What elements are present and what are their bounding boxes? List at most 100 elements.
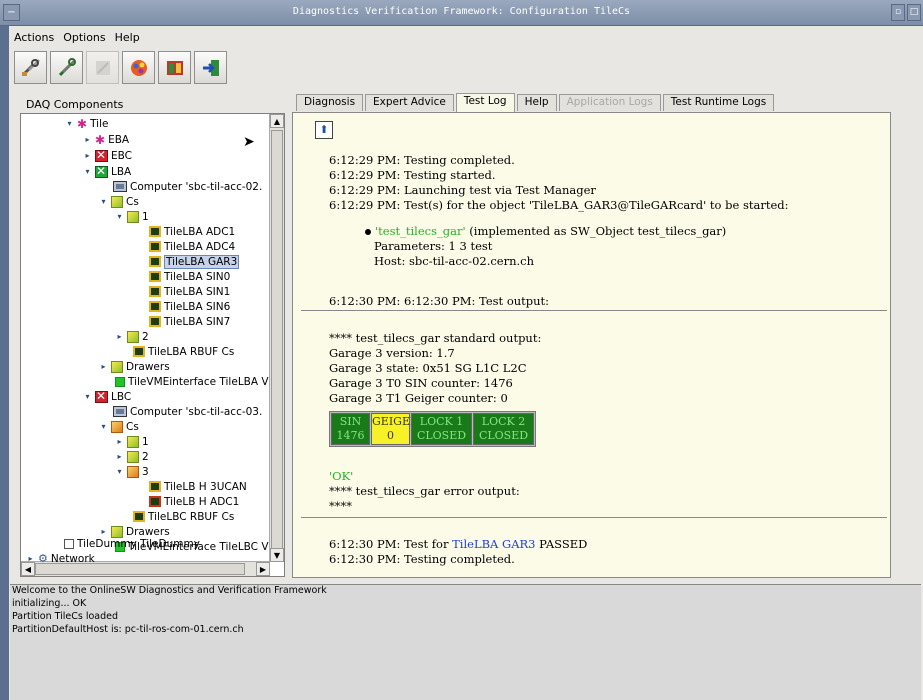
scroll-right-icon[interactable]: ▶ <box>256 562 270 576</box>
tree-item-lbc-adc1[interactable]: TileLB H ADC1 <box>149 494 239 509</box>
collapse-icon[interactable]: ▸ <box>83 135 92 144</box>
tab-test-log[interactable]: Test Log <box>455 93 515 112</box>
cube-icon <box>127 435 139 448</box>
console-line: Partition TileCs loaded <box>12 611 119 622</box>
tools-button[interactable] <box>14 51 47 84</box>
scroll-up-icon[interactable]: ▲ <box>270 114 284 128</box>
tree-item-sin0[interactable]: TileLBA SIN0 <box>149 269 230 284</box>
cube-icon <box>127 465 139 478</box>
tree-item-cs-2[interactable]: ▸ 2 <box>115 329 149 344</box>
bullet-icon <box>365 229 371 235</box>
book-button[interactable] <box>158 51 191 84</box>
computer-icon <box>113 181 127 192</box>
exit-icon <box>202 59 219 76</box>
tree-item-lbc-1[interactable]: ▸ 1 <box>115 434 149 449</box>
ok-status: 'OK' <box>329 469 354 483</box>
tab-application-logs[interactable]: Application Logs <box>558 94 661 111</box>
tree-item-adc4[interactable]: TileLBA ADC4 <box>149 239 235 254</box>
tree-vertical-scrollbar[interactable]: ▲ ▼ <box>269 114 284 562</box>
expand-icon[interactable]: ▾ <box>115 467 124 476</box>
tab-expert-advice[interactable]: Expert Advice <box>365 94 454 111</box>
tree-item-adc1[interactable]: TileLBA ADC1 <box>149 224 235 239</box>
tree-item-sin1[interactable]: TileLBA SIN1 <box>149 284 230 299</box>
output-header: 6:12:30 PM: 6:12:30 PM: Test output: <box>329 294 550 308</box>
test-link[interactable]: 'test_tilecs_gar' <box>375 224 466 238</box>
tree-item-computer-lbc[interactable]: Computer 'sbc-til-acc-03. <box>113 404 262 419</box>
tree-item-computer[interactable]: Computer 'sbc-til-acc-02. <box>113 179 262 194</box>
tree-item-eba[interactable]: ▸ ✱ EBA <box>83 132 129 147</box>
log-line: Garage 3 T0 SIN counter: 1476 <box>329 376 513 390</box>
tree-item-lba[interactable]: ▾LBA <box>83 164 131 179</box>
tree-item-cs-1[interactable]: ▾ 1 <box>115 209 149 224</box>
arrow-up-icon: ⬆ <box>319 123 329 136</box>
tree-item-sin6[interactable]: TileLBA SIN6 <box>149 299 230 314</box>
tree-item-lbc-2[interactable]: ▸ 2 <box>115 449 149 464</box>
expand-icon[interactable]: ▾ <box>83 392 92 401</box>
status-cell-sin: SIN 1476 <box>331 413 370 445</box>
collapse-icon[interactable]: ▸ <box>99 362 108 371</box>
menu-bar: Actions Options Help <box>14 30 140 48</box>
cube-icon <box>111 420 123 433</box>
expand-icon[interactable]: ▾ <box>83 167 92 176</box>
log-line: **** test_tilecs_gar standard output: <box>329 331 542 345</box>
chip-icon <box>149 271 161 282</box>
maximize-button[interactable]: □ <box>907 4 921 21</box>
error-flag-icon <box>95 389 108 403</box>
scroll-down-icon[interactable]: ▼ <box>270 548 284 562</box>
collapse-icon[interactable]: ▸ <box>115 437 124 446</box>
tree-item-rbuf-lba[interactable]: TileLBA RBUF Cs <box>133 344 234 359</box>
collapse-icon[interactable]: ▸ <box>115 332 124 341</box>
log-line: 6:12:29 PM: Testing completed. <box>329 153 515 167</box>
collapse-icon[interactable]: ▸ <box>26 554 35 563</box>
chip-icon <box>149 226 161 237</box>
expand-icon[interactable]: ▾ <box>99 197 108 206</box>
expand-icon[interactable]: ▾ <box>115 212 124 221</box>
tree-item-tiledummy[interactable]: TileDummy TileDummy <box>64 536 200 551</box>
menu-actions[interactable]: Actions <box>14 30 54 48</box>
test-parameters: Parameters: 1 3 test <box>374 239 493 253</box>
divider <box>301 310 887 311</box>
collapse-icon[interactable]: ▸ <box>99 527 108 536</box>
tree-item-cs[interactable]: ▾ Cs <box>99 194 139 209</box>
result-object-link[interactable]: TileLBA GAR3 <box>452 537 535 551</box>
expand-icon[interactable]: ▾ <box>99 422 108 431</box>
tree-item-vme-lba[interactable]: TileVMEinterface TileLBA V <box>115 374 269 389</box>
log-line: Garage 3 state: 0x51 SG L1C L2C <box>329 361 527 375</box>
tab-test-runtime-logs[interactable]: Test Runtime Logs <box>662 94 775 111</box>
tree-item-cs-lbc[interactable]: ▾ Cs <box>99 419 139 434</box>
toolbar <box>14 51 227 85</box>
disabled-tool-button[interactable] <box>86 51 119 84</box>
menu-options[interactable]: Options <box>63 30 105 48</box>
tree-item-sin7[interactable]: TileLBA SIN7 <box>149 314 230 329</box>
tree-item-3ucan[interactable]: TileLB H 3UCAN <box>149 479 247 494</box>
daq-tree-panel: ▾✱Tile ▸✱EBA ▸EBC ▾LBA Computer 'sbc-til… <box>20 113 285 577</box>
menu-help[interactable]: Help <box>115 30 140 48</box>
star-icon: ✱ <box>95 132 106 147</box>
tree-item-rbuf-lbc[interactable]: TileLBC RBUF Cs <box>133 509 234 524</box>
collapse-icon[interactable]: ▸ <box>115 452 124 461</box>
tree-item-lbc[interactable]: ▾LBC <box>83 389 131 404</box>
log-line: 6:12:30 PM: Testing completed. <box>329 552 515 566</box>
wrench-button[interactable] <box>50 51 83 84</box>
scroll-thumb[interactable] <box>271 130 283 550</box>
tree-item-ebc[interactable]: ▸EBC <box>83 148 132 163</box>
status-cell-lock1: LOCK 1 CLOSED <box>411 413 472 445</box>
tab-diagnosis[interactable]: Diagnosis <box>296 94 364 111</box>
tree-item-drawers-lba[interactable]: ▸ Drawers <box>99 359 170 374</box>
collapse-icon[interactable]: ▸ <box>83 151 92 160</box>
tab-bar: Diagnosis Expert Advice Test Log Help Ap… <box>296 93 776 112</box>
tree-item-gar3[interactable]: TileLBA GAR3 <box>149 254 240 269</box>
minimize-button[interactable]: ▫ <box>891 4 905 21</box>
tree-item-tile[interactable]: ▾ ✱ Tile <box>65 116 108 131</box>
color-palette-button[interactable] <box>122 51 155 84</box>
tree-item-lbc-3[interactable]: ▾ 3 <box>115 464 149 479</box>
tree-item-network[interactable]: ▸ ⚙ Network <box>26 551 94 566</box>
tab-help[interactable]: Help <box>516 94 557 111</box>
wrench-icon <box>58 57 76 76</box>
cube-icon <box>127 210 139 223</box>
scroll-to-top-button[interactable]: ⬆ <box>315 121 333 139</box>
status-cell-geiger: GEIGER 0 <box>371 413 418 445</box>
expand-icon[interactable]: ▾ <box>65 119 74 128</box>
exit-button[interactable] <box>194 51 227 84</box>
ok-flag-icon <box>95 164 108 178</box>
